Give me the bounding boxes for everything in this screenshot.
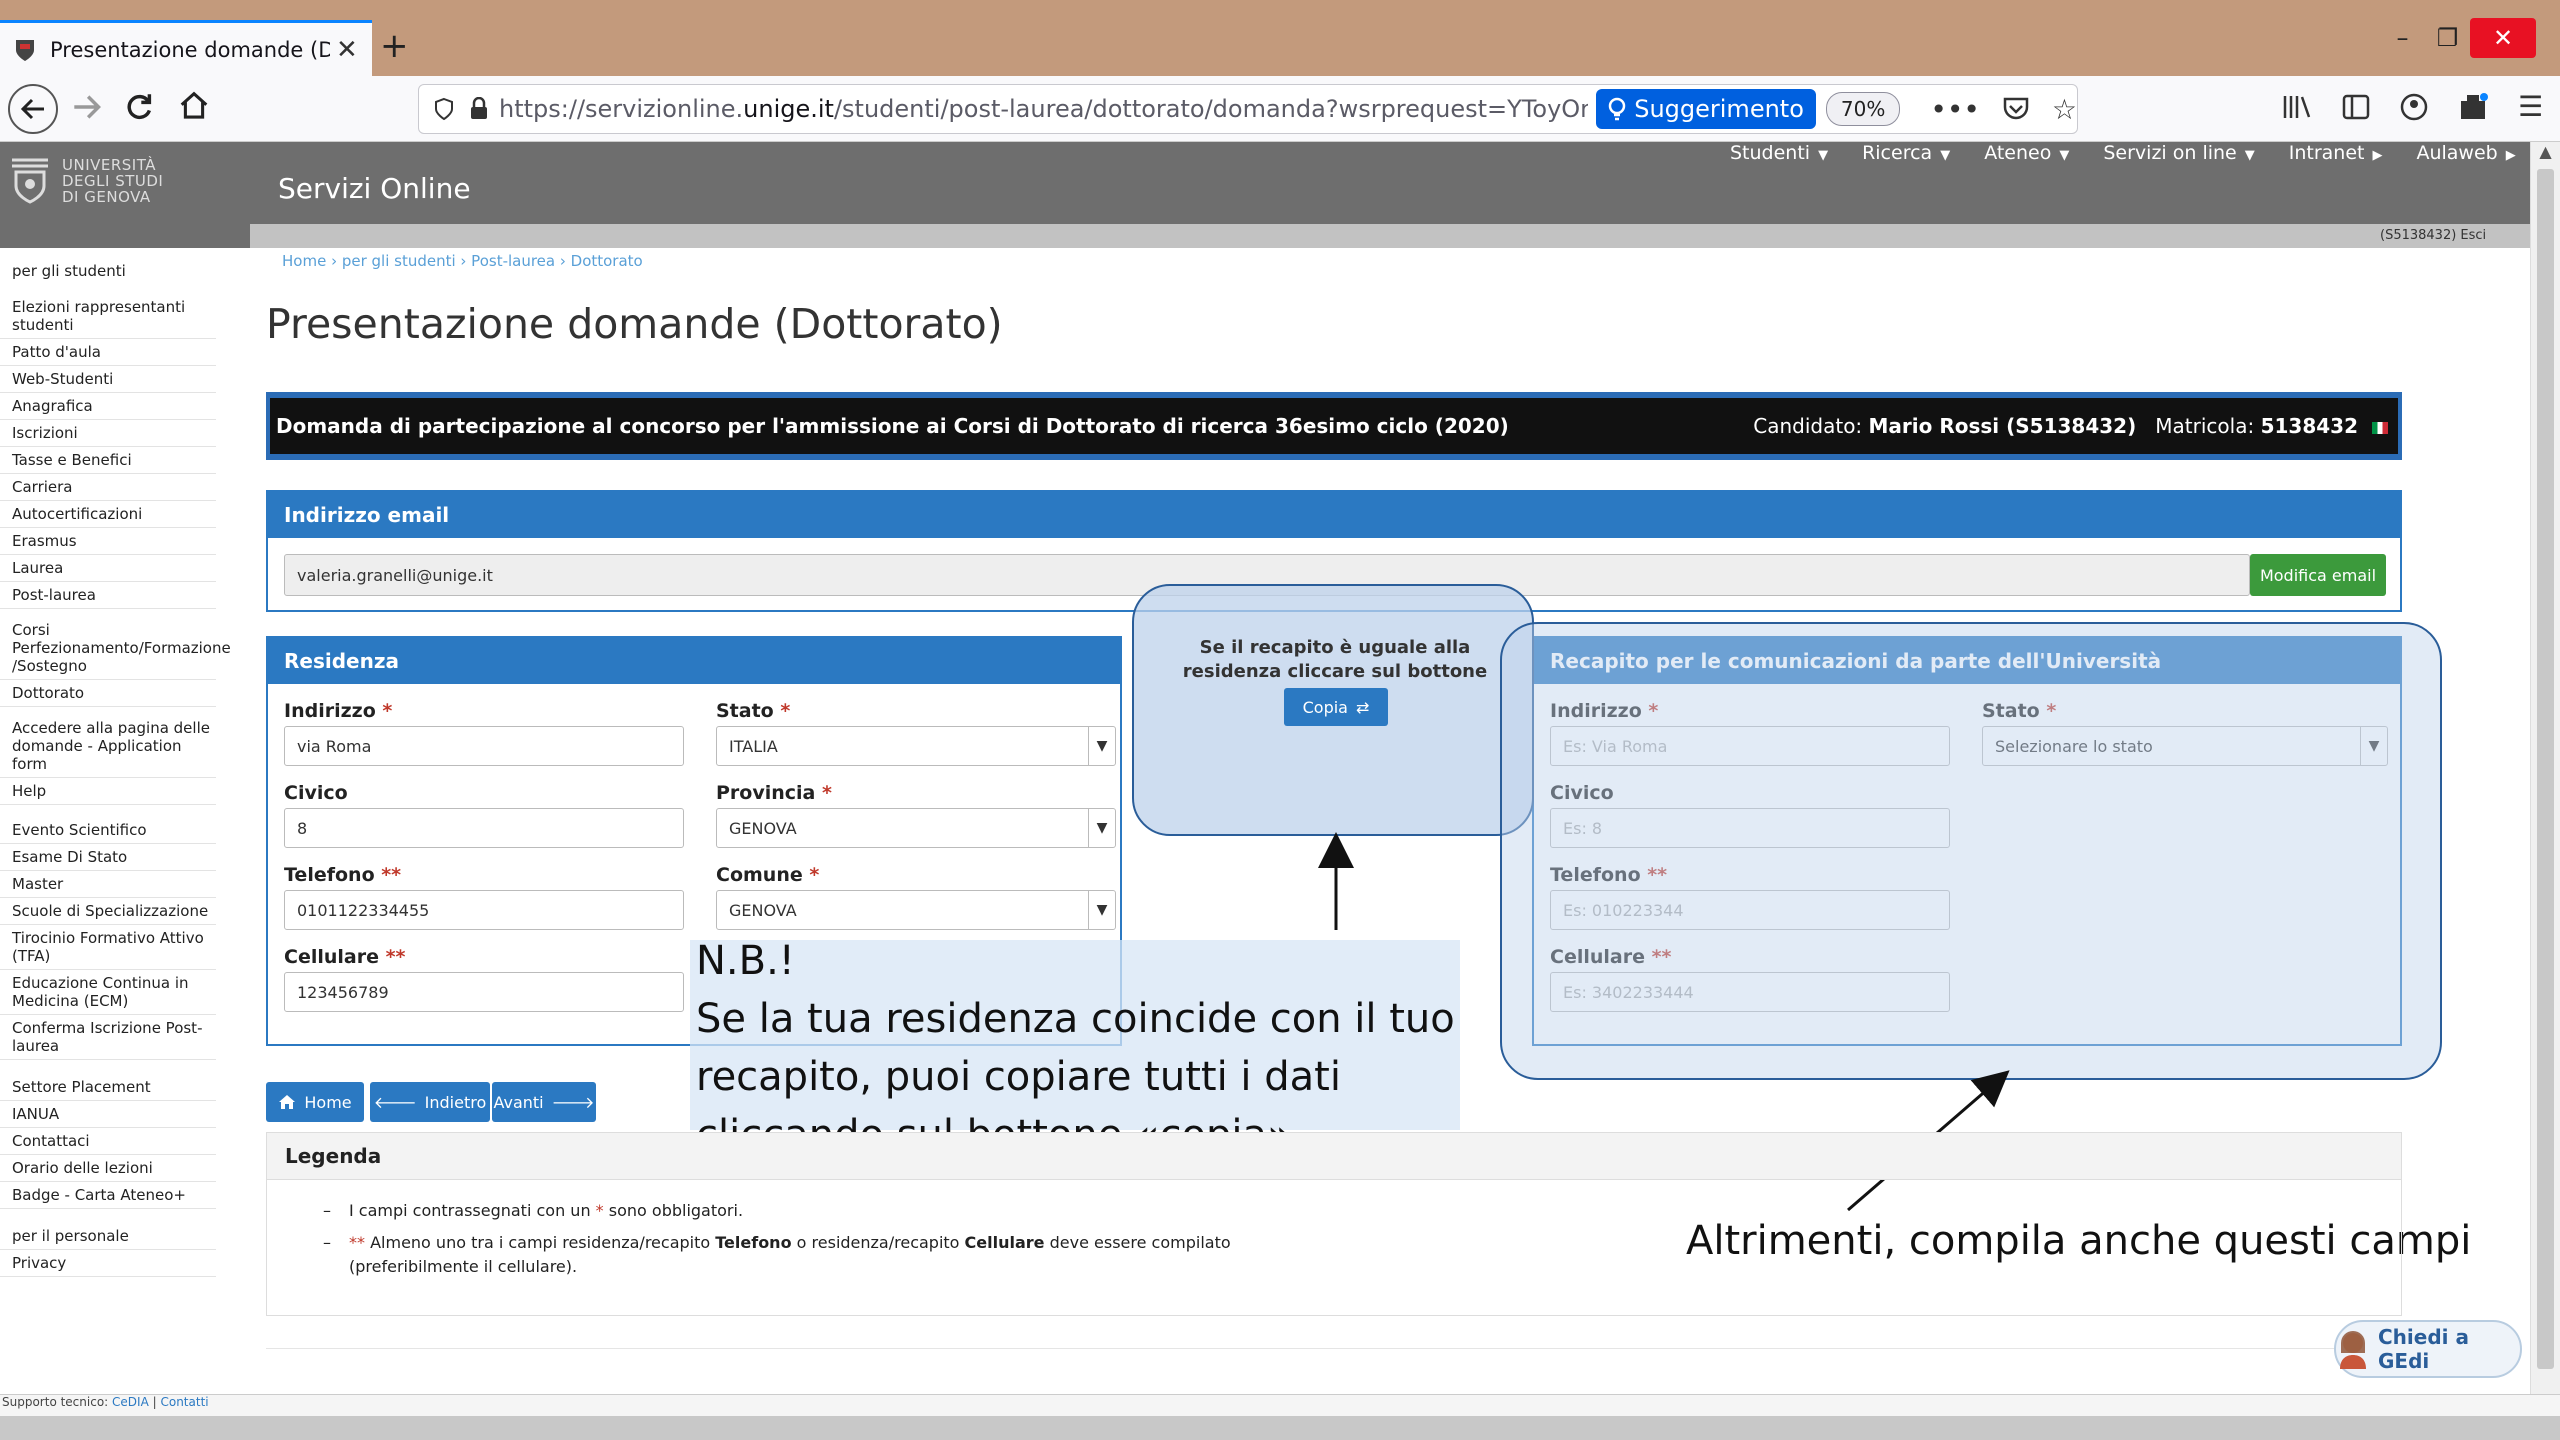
scroll-thumb[interactable]	[2537, 169, 2554, 1369]
assistant-avatar-icon	[2336, 1329, 2370, 1369]
legend-panel: Legenda – I campi contrassegnati con un …	[266, 1132, 2402, 1316]
nb-line-1: Se la tua residenza coincide con il tuo	[696, 996, 1455, 1042]
page-scrollbar[interactable]: ▲	[2530, 142, 2560, 1410]
contatti-link[interactable]: Contatti	[160, 1395, 208, 1409]
arrow-right-icon: 🡒	[551, 1093, 595, 1112]
back-button[interactable]: 🡐 Indietro	[370, 1082, 490, 1122]
nb-title: N.B.!	[696, 938, 795, 984]
next-button[interactable]: Avanti 🡒	[492, 1082, 596, 1122]
legend-title: Legenda	[267, 1133, 2401, 1180]
legend-row-1: – I campi contrassegnati con un * sono o…	[323, 1201, 744, 1220]
scroll-up-icon: ▲	[2539, 142, 2552, 161]
arrow-left-icon: 🡐	[373, 1093, 417, 1112]
footer: Supporto tecnico: CeDIA | Contatti	[0, 1394, 2560, 1416]
home-icon	[278, 1094, 296, 1110]
legend-row-2: – ** Almeno uno tra i campi residenza/re…	[323, 1233, 1231, 1276]
cedia-link[interactable]: CeDIA	[112, 1395, 149, 1409]
nb-annotation: N.B.! Se la tua residenza coincide con i…	[696, 932, 1455, 1164]
home-button[interactable]: Home	[266, 1082, 364, 1122]
chat-gedi-button[interactable]: Chiedi a GEdi	[2334, 1320, 2522, 1378]
nb-line-2: recapito, puoi copiare tutti i dati	[696, 1054, 1341, 1100]
horizontal-scrollbar[interactable]	[0, 1416, 2560, 1440]
divider	[266, 1348, 2402, 1349]
